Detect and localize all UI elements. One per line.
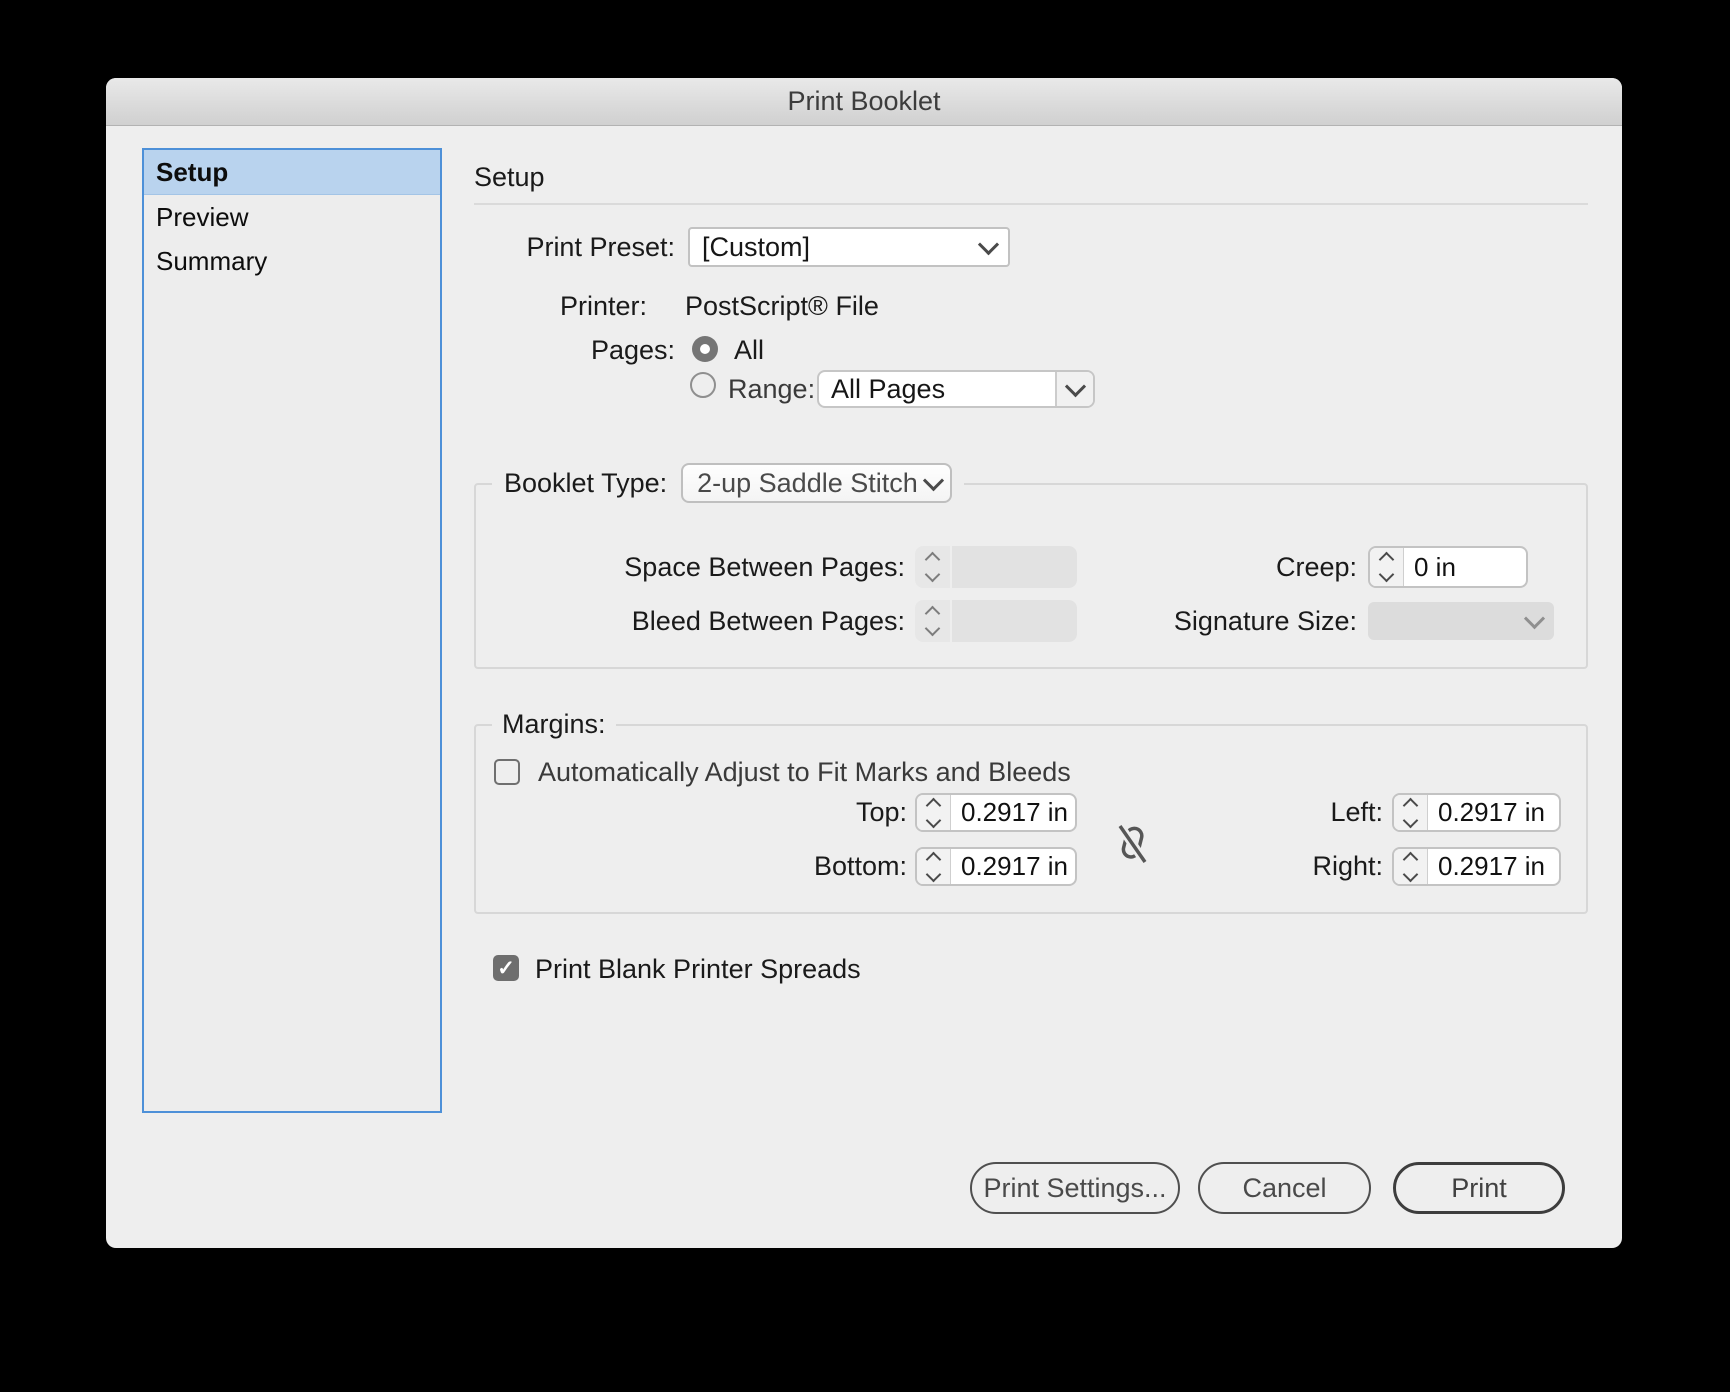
page-title: Setup <box>474 162 545 192</box>
stepper-up-icon <box>1402 797 1419 813</box>
print-preset-value: [Custom] <box>702 231 811 262</box>
window-title: Print Booklet <box>787 86 941 116</box>
stepper-up-icon <box>924 605 941 622</box>
stepper-down-icon <box>1378 566 1395 583</box>
stepper-down-icon <box>925 866 942 882</box>
stepper-icons[interactable] <box>1394 849 1428 884</box>
top-margin-label: Top: <box>855 797 907 827</box>
right-margin-value[interactable]: 0.2917 in <box>1428 849 1559 884</box>
bottom-margin-field[interactable]: 0.2917 in <box>915 847 1077 886</box>
sidebar-item-label: Summary <box>156 246 268 276</box>
radio-dot-icon <box>700 344 710 354</box>
signature-size-dropdown <box>1368 602 1554 640</box>
print-booklet-dialog: Print Booklet Setup Preview Summary Setu… <box>106 78 1622 1248</box>
pages-all-label[interactable]: All <box>734 331 764 369</box>
space-between-pages-value <box>952 546 1077 588</box>
stepper-icons[interactable] <box>1370 548 1404 586</box>
title-bar[interactable]: Print Booklet <box>106 78 1622 126</box>
booklet-type-legend: Booklet Type: 2-up Saddle Stitch <box>492 463 965 503</box>
stepper-icons[interactable] <box>917 795 951 830</box>
space-between-pages-label: Space Between Pages: <box>624 552 905 582</box>
stepper-icons[interactable] <box>1394 795 1428 830</box>
bleed-between-pages-value <box>952 600 1077 642</box>
heading-divider <box>474 203 1588 205</box>
pages-range-label[interactable]: Range: <box>728 370 815 408</box>
left-margin-label: Left: <box>1330 797 1383 827</box>
print-blank-spreads-checkbox[interactable]: ✓ <box>493 955 519 981</box>
stepper-icons <box>915 546 952 588</box>
space-between-pages-field <box>915 546 1077 588</box>
panel-list: Setup Preview Summary <box>142 148 442 1113</box>
left-margin-field[interactable]: 0.2917 in <box>1392 793 1561 832</box>
stepper-up-icon <box>924 551 941 568</box>
stepper-up-icon <box>925 851 942 867</box>
top-margin-value[interactable]: 0.2917 in <box>951 795 1075 830</box>
stepper-down-icon <box>924 566 941 583</box>
chevron-down-icon <box>1514 607 1554 629</box>
page-range-combobox[interactable]: All Pages <box>817 370 1095 408</box>
sidebar-item-summary[interactable]: Summary <box>144 239 440 283</box>
creep-label: Creep: <box>1275 552 1357 582</box>
pages-range-radio[interactable] <box>690 372 716 398</box>
stepper-icons[interactable] <box>917 849 951 884</box>
stepper-up-icon <box>1402 851 1419 867</box>
pages-label: Pages: <box>590 335 675 365</box>
sidebar-item-setup[interactable]: Setup <box>144 150 440 195</box>
pages-all-radio[interactable] <box>692 336 718 362</box>
creep-value[interactable]: 0 in <box>1404 548 1526 586</box>
cancel-button[interactable]: Cancel <box>1198 1162 1371 1214</box>
booklet-type-value: 2-up Saddle Stitch <box>697 467 918 498</box>
stepper-up-icon <box>925 797 942 813</box>
bottom-margin-value[interactable]: 0.2917 in <box>951 849 1075 884</box>
check-icon: ✓ <box>497 956 515 980</box>
auto-adjust-checkbox[interactable] <box>494 759 520 785</box>
right-margin-label: Right: <box>1312 851 1383 881</box>
creep-field[interactable]: 0 in <box>1368 546 1528 588</box>
printer-value: PostScript® File <box>685 291 879 321</box>
sidebar-item-label: Preview <box>156 202 249 232</box>
sidebar-item-preview[interactable]: Preview <box>144 195 440 239</box>
stepper-icons <box>915 600 952 642</box>
print-preset-dropdown[interactable]: [Custom] <box>688 227 1010 267</box>
stepper-down-icon <box>1402 866 1419 882</box>
chevron-down-icon[interactable] <box>1055 372 1093 406</box>
unlink-icon[interactable] <box>1111 816 1153 875</box>
bleed-between-pages-label: Bleed Between Pages: <box>631 606 905 636</box>
booklet-type-dropdown[interactable]: 2-up Saddle Stitch <box>681 463 953 503</box>
sidebar-item-label: Setup <box>156 157 229 187</box>
left-margin-value[interactable]: 0.2917 in <box>1428 795 1559 830</box>
bleed-between-pages-field <box>915 600 1077 642</box>
stepper-up-icon <box>1378 551 1395 568</box>
printer-label: Printer: <box>559 291 647 321</box>
print-settings-button[interactable]: Print Settings... <box>970 1162 1180 1214</box>
page-range-value[interactable]: All Pages <box>819 374 1055 405</box>
print-preset-label: Print Preset: <box>526 232 675 262</box>
bottom-margin-label: Bottom: <box>813 851 907 881</box>
chevron-down-icon <box>918 469 950 491</box>
signature-size-label: Signature Size: <box>1173 606 1357 636</box>
margins-legend: Margins: <box>492 708 616 740</box>
right-margin-field[interactable]: 0.2917 in <box>1392 847 1561 886</box>
booklet-type-label: Booklet Type: <box>504 467 668 498</box>
stepper-down-icon <box>924 620 941 637</box>
stepper-down-icon <box>1402 812 1419 828</box>
top-margin-field[interactable]: 0.2917 in <box>915 793 1077 832</box>
stepper-down-icon <box>925 812 942 828</box>
chevron-down-icon <box>968 233 1008 255</box>
auto-adjust-label[interactable]: Automatically Adjust to Fit Marks and Bl… <box>538 757 1071 787</box>
print-button[interactable]: Print <box>1393 1162 1565 1214</box>
print-blank-spreads-label[interactable]: Print Blank Printer Spreads <box>535 953 861 985</box>
